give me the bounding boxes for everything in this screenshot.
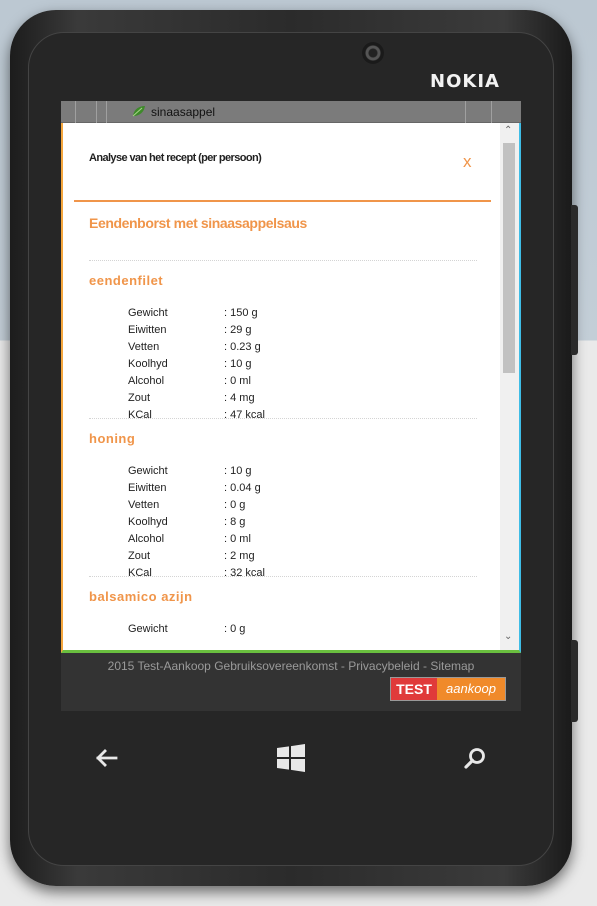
close-button[interactable]: x [463, 152, 472, 172]
ingredient-name: balsamico azijn [89, 589, 193, 604]
ingredient-block: balsamico azijn Gewicht : 0 g [89, 589, 479, 640]
nutrient-value: : 0.23 g [224, 341, 261, 353]
nutrient-value: : 8 g [224, 516, 246, 528]
start-button[interactable] [271, 740, 311, 776]
site-footer: 2015 Test-Aankoop Gebruiksovereenkomst -… [61, 653, 521, 711]
footer-separator: - [337, 659, 349, 673]
leaf-icon [132, 106, 145, 117]
nutrient-label: Alcohol [128, 375, 165, 387]
tree-item-label[interactable]: sinaasappel [151, 105, 215, 119]
nutrient-label: Zout [128, 392, 151, 404]
volume-button [571, 205, 578, 355]
tree-line [96, 101, 97, 123]
nutrition-row: Eiwitten : 29 g [128, 324, 479, 341]
tree-line [106, 101, 107, 123]
tree-line [491, 101, 492, 123]
footer-link-terms[interactable]: Gebruiksovereenkomst [214, 659, 337, 673]
nutrient-label: Gewicht [128, 465, 168, 477]
nutrient-label: Koolhyd [128, 516, 168, 528]
phone-screen: sinaasappel Analyse van het recept (per … [61, 101, 521, 711]
nutrient-label: Vetten [128, 499, 160, 511]
scroll-down-icon[interactable]: ⌄ [504, 631, 512, 642]
search-button[interactable] [455, 740, 495, 776]
nutrient-label: KCal [128, 567, 152, 579]
nutrient-value: : 10 g [224, 465, 252, 477]
nutrient-value: : 0 g [224, 623, 246, 635]
nutrient-label: Alcohol [128, 533, 165, 545]
nutrition-row: Gewicht : 10 g [128, 465, 479, 482]
nutrient-label: Zout [128, 550, 151, 562]
nutrition-row: Alcohol : 0 ml [128, 533, 479, 550]
nutrient-label: Vetten [128, 341, 160, 353]
dialog-scrollbar[interactable]: ⌃ ⌄ [500, 123, 519, 650]
nutrient-value: : 0.04 g [224, 482, 261, 494]
nutrient-label: Gewicht [128, 307, 168, 319]
nutrient-value: : 29 g [224, 324, 252, 336]
nutrition-row: Vetten : 0.23 g [128, 341, 479, 358]
nutrient-value: : 32 kcal [224, 567, 265, 579]
logo-aankoop: aankoop [437, 678, 505, 700]
nutrition-row: Gewicht : 0 g [128, 623, 479, 640]
dialog-title: Analyse van het recept (per persoon) [89, 152, 262, 164]
footer-link-sitemap[interactable]: Sitemap [430, 659, 474, 673]
nutrition-row: Gewicht : 150 g [128, 307, 479, 324]
ingredient-name: honing [89, 431, 136, 446]
recipe-name: Eendenborst met sinaasappelsaus [89, 215, 307, 231]
back-arrow-icon [96, 749, 118, 767]
brand-logo: NOKIA [430, 71, 500, 92]
nutrient-value: : 10 g [224, 358, 252, 370]
ingredient-block: honing Gewicht : 10 g Eiwitten : 0.04 g Ve… [89, 431, 479, 579]
tree-row[interactable]: sinaasappel [61, 101, 521, 123]
footer-link-privacy[interactable]: Privacybeleid [348, 659, 419, 673]
ingredient-name: eendenfilet [89, 273, 164, 288]
nutrient-value: : 0 g [224, 499, 246, 511]
ingredient-block: eendenfilet Gewicht : 150 g Eiwitten : 29 … [89, 273, 479, 421]
nutrition-table: Gewicht : 0 g [128, 623, 479, 640]
nutrient-value: : 150 g [224, 307, 258, 319]
nutrient-value: : 4 mg [224, 392, 255, 404]
nutrient-label: Eiwitten [128, 324, 167, 336]
power-button [571, 640, 578, 722]
nutrient-value: : 0 ml [224, 533, 251, 545]
nutrition-row: Koolhyd : 10 g [128, 358, 479, 375]
nutrient-value: : 47 kcal [224, 409, 265, 421]
nutrient-label: Eiwitten [128, 482, 167, 494]
nutrition-table: Gewicht : 150 g Eiwitten : 29 g Vetten : 0.… [128, 307, 479, 426]
search-icon [464, 748, 485, 769]
divider [89, 260, 477, 261]
nutrient-value: : 2 mg [224, 550, 255, 562]
tree-line [465, 101, 466, 123]
nutrient-label: KCal [128, 409, 152, 421]
nutrition-row: Zout : 4 mg [128, 392, 479, 409]
recipe-analysis-dialog: Analyse van het recept (per persoon) x E… [61, 123, 521, 653]
nutrition-row: Eiwitten : 0.04 g [128, 482, 479, 499]
windows-logo-icon [277, 744, 305, 772]
nutrition-row: Zout : 2 mg [128, 550, 479, 567]
scroll-up-icon[interactable]: ⌃ [504, 125, 512, 136]
test-aankoop-logo[interactable]: TEST aankoop [390, 677, 506, 701]
back-button[interactable] [86, 740, 126, 776]
scrollbar-thumb[interactable] [503, 143, 515, 373]
nutrition-row: Vetten : 0 g [128, 499, 479, 516]
nutrient-value: : 0 ml [224, 375, 251, 387]
nutrition-table: Gewicht : 10 g Eiwitten : 0.04 g Vetten : 0… [128, 465, 479, 584]
nutrition-row: KCal : 47 kcal [128, 409, 479, 426]
nutrition-row: Koolhyd : 8 g [128, 516, 479, 533]
nutrition-row: Alcohol : 0 ml [128, 375, 479, 392]
front-camera [362, 42, 384, 64]
nutrition-row: KCal : 32 kcal [128, 567, 479, 584]
footer-links: 2015 Test-Aankoop Gebruiksovereenkomst -… [61, 659, 521, 673]
logo-test: TEST [391, 678, 437, 700]
footer-copyright: 2015 Test-Aankoop [107, 659, 211, 673]
nutrient-label: Gewicht [128, 623, 168, 635]
title-divider [74, 200, 491, 202]
analysis-content[interactable]: Eendenborst met sinaasappelsaus eendenfi… [89, 215, 479, 653]
nutrient-label: Koolhyd [128, 358, 168, 370]
tree-line [75, 101, 76, 123]
footer-separator: - [419, 659, 431, 673]
